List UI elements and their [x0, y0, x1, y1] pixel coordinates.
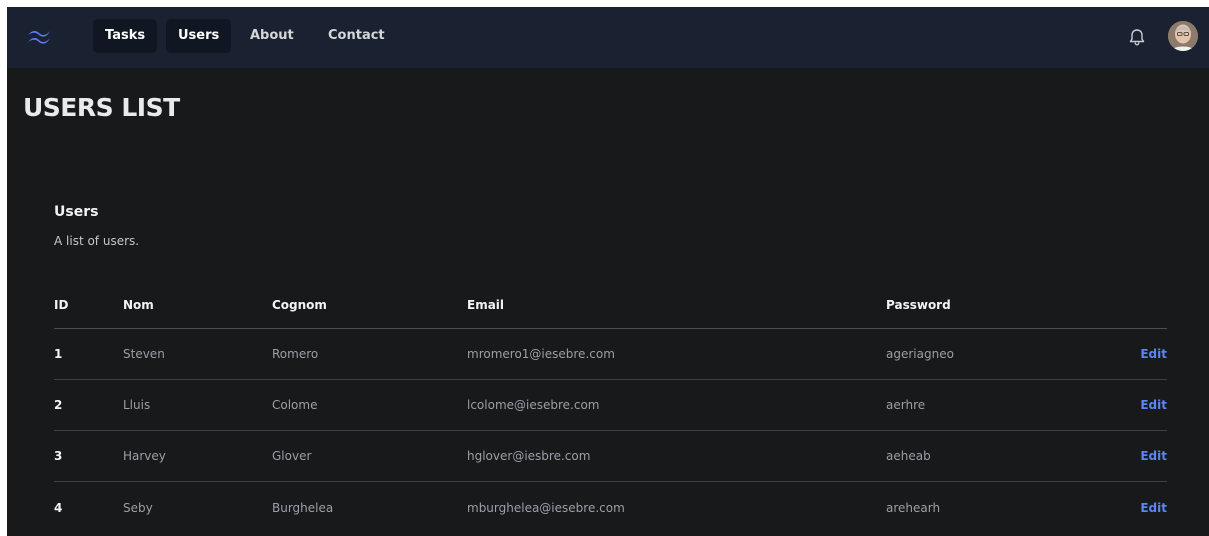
cell-password: aerhre — [886, 398, 926, 412]
header-cognom: Cognom — [272, 298, 327, 312]
cell-nom: Steven — [123, 347, 165, 361]
avatar[interactable] — [1168, 21, 1198, 51]
cell-cognom: Glover — [272, 449, 312, 463]
edit-link[interactable]: Edit — [1140, 501, 1167, 515]
edit-link[interactable]: Edit — [1140, 449, 1167, 463]
cell-id: 3 — [54, 449, 63, 463]
cell-nom: Harvey — [123, 449, 166, 463]
header-email: Email — [467, 298, 505, 312]
cell-nom: Seby — [123, 500, 153, 515]
cell-email: mromero1@iesebre.com — [467, 347, 615, 361]
header-id: ID — [54, 298, 69, 312]
cell-id: 4 — [54, 500, 63, 515]
header-nom: Nom — [123, 298, 154, 312]
table-row: 2 Lluis Colome lcolome@iesebre.com aerhr… — [54, 380, 1167, 431]
nav-link-contact[interactable]: Contact — [316, 19, 397, 53]
cell-id: 2 — [54, 398, 63, 412]
cell-id: 1 — [54, 347, 63, 361]
logo-icon[interactable] — [25, 25, 53, 49]
table-row: 1 Steven Romero mromero1@iesebre.com age… — [54, 329, 1167, 380]
nav-link-users[interactable]: Users — [166, 19, 232, 53]
cell-cognom: Colome — [272, 398, 318, 412]
bell-icon[interactable] — [1127, 27, 1147, 47]
section-subtitle: A list of users. — [54, 234, 140, 248]
cell-email: lcolome@iesebre.com — [467, 398, 600, 412]
table-header-row: ID Nom Cognom Email Password — [54, 287, 1167, 329]
edit-link[interactable]: Edit — [1140, 347, 1167, 361]
edit-link[interactable]: Edit — [1140, 398, 1167, 412]
cell-cognom: Burghelea — [272, 500, 334, 515]
cell-password: aeheab — [886, 449, 931, 463]
nav-link-tasks[interactable]: Tasks — [93, 19, 158, 53]
cell-email: hglover@iesbre.com — [467, 449, 591, 463]
cell-cognom: Romero — [272, 347, 319, 361]
cell-nom: Lluis — [123, 398, 151, 412]
table-row: 4 Seby Burghelea mburghelea@iesebre.com … — [54, 482, 1167, 533]
cell-password: arehearh — [886, 500, 941, 515]
nav-link-about[interactable]: About — [238, 19, 306, 53]
header-password: Password — [886, 298, 951, 312]
cell-password: ageriagneo — [886, 347, 954, 361]
top-navbar: Tasks Users About Contact — [7, 7, 1209, 68]
table-row: 3 Harvey Glover hglover@iesbre.com aehea… — [54, 431, 1167, 482]
cell-email: mburghelea@iesebre.com — [467, 500, 625, 515]
app-frame: Tasks Users About Contact USERS LIST Use… — [7, 7, 1209, 536]
users-table: ID Nom Cognom Email Password 1 Steven Ro… — [54, 287, 1167, 533]
page-title: USERS LIST — [23, 93, 180, 122]
section-title: Users — [54, 204, 99, 220]
